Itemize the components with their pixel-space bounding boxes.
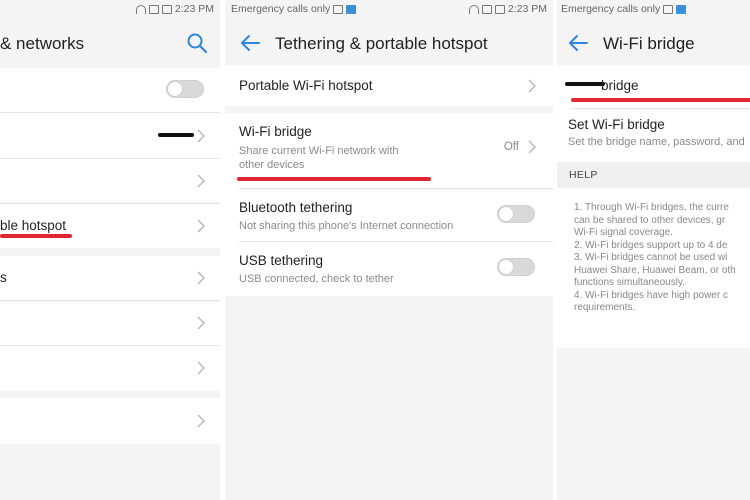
list-item-bluetooth-tethering[interactable]: Bluetooth tethering Not sharing this pho… [225,189,553,241]
list-item-wifi[interactable] [0,113,220,158]
list-item[interactable] [0,398,220,444]
status-left: Emergency calls only [561,3,687,15]
chevron-right-icon [528,79,536,93]
wifi-status-icon [135,4,146,14]
settings-card: Wi-Fi bridge Share current Wi-Fi network… [225,114,553,296]
list-item[interactable] [0,346,220,390]
status-time: 2:23 PM [174,3,214,15]
search-icon[interactable] [186,32,208,54]
chevron-right-icon [197,129,205,143]
settings-card: Portable Wi-Fi hotspot [225,66,553,106]
chevron-right-icon [197,414,205,428]
airplane-mode-toggle[interactable] [166,80,204,98]
row-label: bridge [601,78,639,93]
help-line: functions simultaneously. [574,277,685,288]
wifi-status-icon [468,4,479,14]
help-line: 2. Wi-Fi bridges support up to 4 de [574,239,728,251]
panel-tethering-hotspot: Emergency calls only 2:23 PM Tethering &… [225,0,553,500]
row-label: s [0,270,7,285]
help-card: 1. Through Wi-Fi bridges, the curre can … [557,188,750,348]
chevron-right-icon [528,140,536,154]
page-title: Wi-Fi bridge [603,34,695,53]
app-bar: Wi-Fi bridge [557,22,750,66]
back-arrow-icon[interactable] [239,32,261,54]
status-text: Emergency calls only [561,3,661,15]
battery-icon [494,4,505,14]
section-header: HELP [557,162,750,188]
list-item-tethering-hotspot[interactable]: ble hotspot [0,204,220,248]
status-bar: Emergency calls only 2:23 PM [225,0,553,20]
notification-icon [148,4,159,14]
wifi-bridge-status: Off [503,141,519,153]
help-line: Wi-Fi signal coverage. [574,227,673,238]
status-bar: Emergency calls only [557,0,750,20]
help-line: 1. Through Wi-Fi bridges, the curre [574,202,729,213]
sim-icon [663,4,674,14]
row-label: Wi-Fi bridge [239,124,312,139]
app-bar: Tethering & portable hotspot [225,22,553,66]
battery-icon [161,4,172,14]
page-title: Tethering & portable hotspot [275,34,488,53]
settings-card: bridge Set Wi-Fi bridge Set the bridge n… [557,66,750,162]
bluetooth-tethering-toggle[interactable] [497,205,535,223]
chevron-right-icon [197,219,205,233]
sim-icon [333,4,344,14]
row-subtitle: Share current Wi-Fi network with other d… [239,145,399,171]
help-line: 3. Wi-Fi bridges cannot be used wi [574,252,728,263]
row-label: Bluetooth tethering [239,200,353,215]
redaction-mark [158,133,194,137]
chevron-right-icon [197,271,205,285]
help-line: requirements. [574,302,636,313]
settings-card: ble hotspot [0,68,220,248]
row-label: Portable Wi-Fi hotspot [239,78,373,93]
row-label: ble hotspot [0,218,67,233]
help-line: 4. Wi-Fi bridges have high power c [574,289,728,301]
status-time: 2:23 PM [507,3,547,15]
app-notification-icon [346,4,357,14]
help-line: can be shared to other devices, gr [574,214,726,226]
status-left: Emergency calls only [231,3,357,15]
row-subtitle: USB connected, check to tether [239,273,394,285]
list-item-airplane[interactable] [0,68,220,112]
help-line: Huawei Share, Huawei Beam, or oth [574,264,736,276]
panel-wifi-bridge: Emergency calls only Wi-Fi bridge bridge… [557,0,750,500]
chevron-right-icon [197,174,205,188]
settings-card [0,398,220,444]
annotation-underline [571,98,750,102]
panel-wireless-networks: 2:23 PM & networks ble hotspot s [0,0,220,500]
row-subtitle: Set the bridge name, password, and [568,136,745,148]
settings-card: s [0,256,220,390]
notification-icon [481,4,492,14]
app-bar: & networks [0,22,220,66]
app-notification-icon [676,4,687,14]
back-arrow-icon[interactable] [567,32,589,54]
redaction-mark [565,82,605,86]
list-item[interactable] [0,301,220,345]
help-header: HELP [569,169,598,181]
row-label: Set Wi-Fi bridge [568,117,665,132]
row-subtitle: Not sharing this phone's Internet connec… [239,220,454,232]
list-item-set-wifi-bridge[interactable]: Set Wi-Fi bridge Set the bridge name, pa… [557,109,750,162]
list-item-mobile-network[interactable] [0,159,220,203]
status-text: Emergency calls only [231,3,331,15]
list-item[interactable]: s [0,256,220,300]
row-label: USB tethering [239,253,324,268]
status-bar: 2:23 PM [0,0,220,20]
annotation-underline [237,177,431,181]
annotation-underline [0,234,72,238]
page-title: & networks [0,34,85,53]
chevron-right-icon [197,316,205,330]
list-item-portable-hotspot[interactable]: Portable Wi-Fi hotspot [225,66,553,106]
usb-tethering-toggle[interactable] [497,258,535,276]
chevron-right-icon [197,361,205,375]
list-item-usb-tethering[interactable]: USB tethering USB connected, check to te… [225,242,553,296]
